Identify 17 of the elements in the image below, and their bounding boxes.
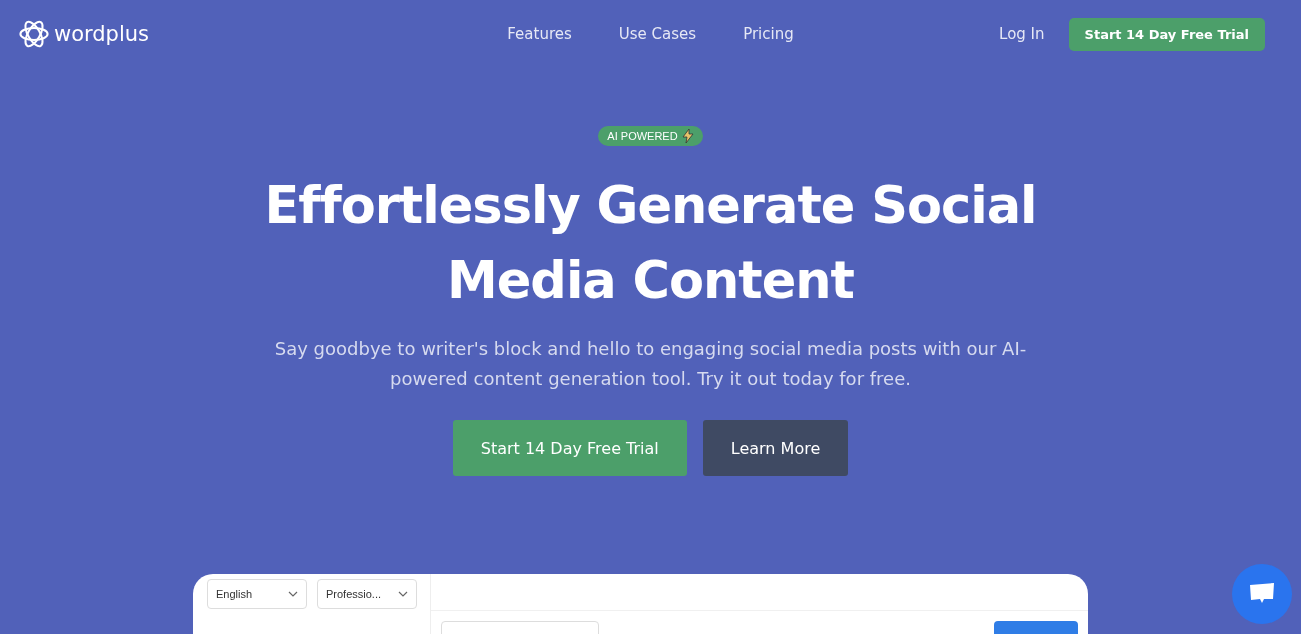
dropdown[interactable]: English <box>207 579 307 609</box>
nav-link[interactable]: Use Cases <box>618 25 697 43</box>
nav-link[interactable]: Pricing <box>743 25 794 43</box>
brand-name: wordplus <box>54 22 150 46</box>
chevron-icon <box>398 591 408 597</box>
trial-button[interactable]: Start 14 Day Free Trial <box>1068 17 1265 51</box>
login-link[interactable]: Log In <box>999 25 1045 43</box>
trial-button[interactable]: Start 14 Day Free Trial <box>452 420 687 476</box>
learn-more-button[interactable]: Learn More <box>702 420 849 476</box>
nav-link[interactable]: Features <box>507 25 572 43</box>
hero-subtitle: Say goodbye to writer's block and hello to engaging social media posts with our AI-powered content generation tool. Try it out today for free. <box>273 337 1028 391</box>
lightning-icon <box>681 129 694 143</box>
dropdown[interactable]: Professio... <box>317 579 417 609</box>
hero-title: Effortlessly Generate Social Media Content <box>263 175 1038 312</box>
ai-badge: AI POWERED <box>598 126 703 146</box>
chevron-icon <box>288 591 298 597</box>
chat-button[interactable] <box>1232 564 1292 624</box>
